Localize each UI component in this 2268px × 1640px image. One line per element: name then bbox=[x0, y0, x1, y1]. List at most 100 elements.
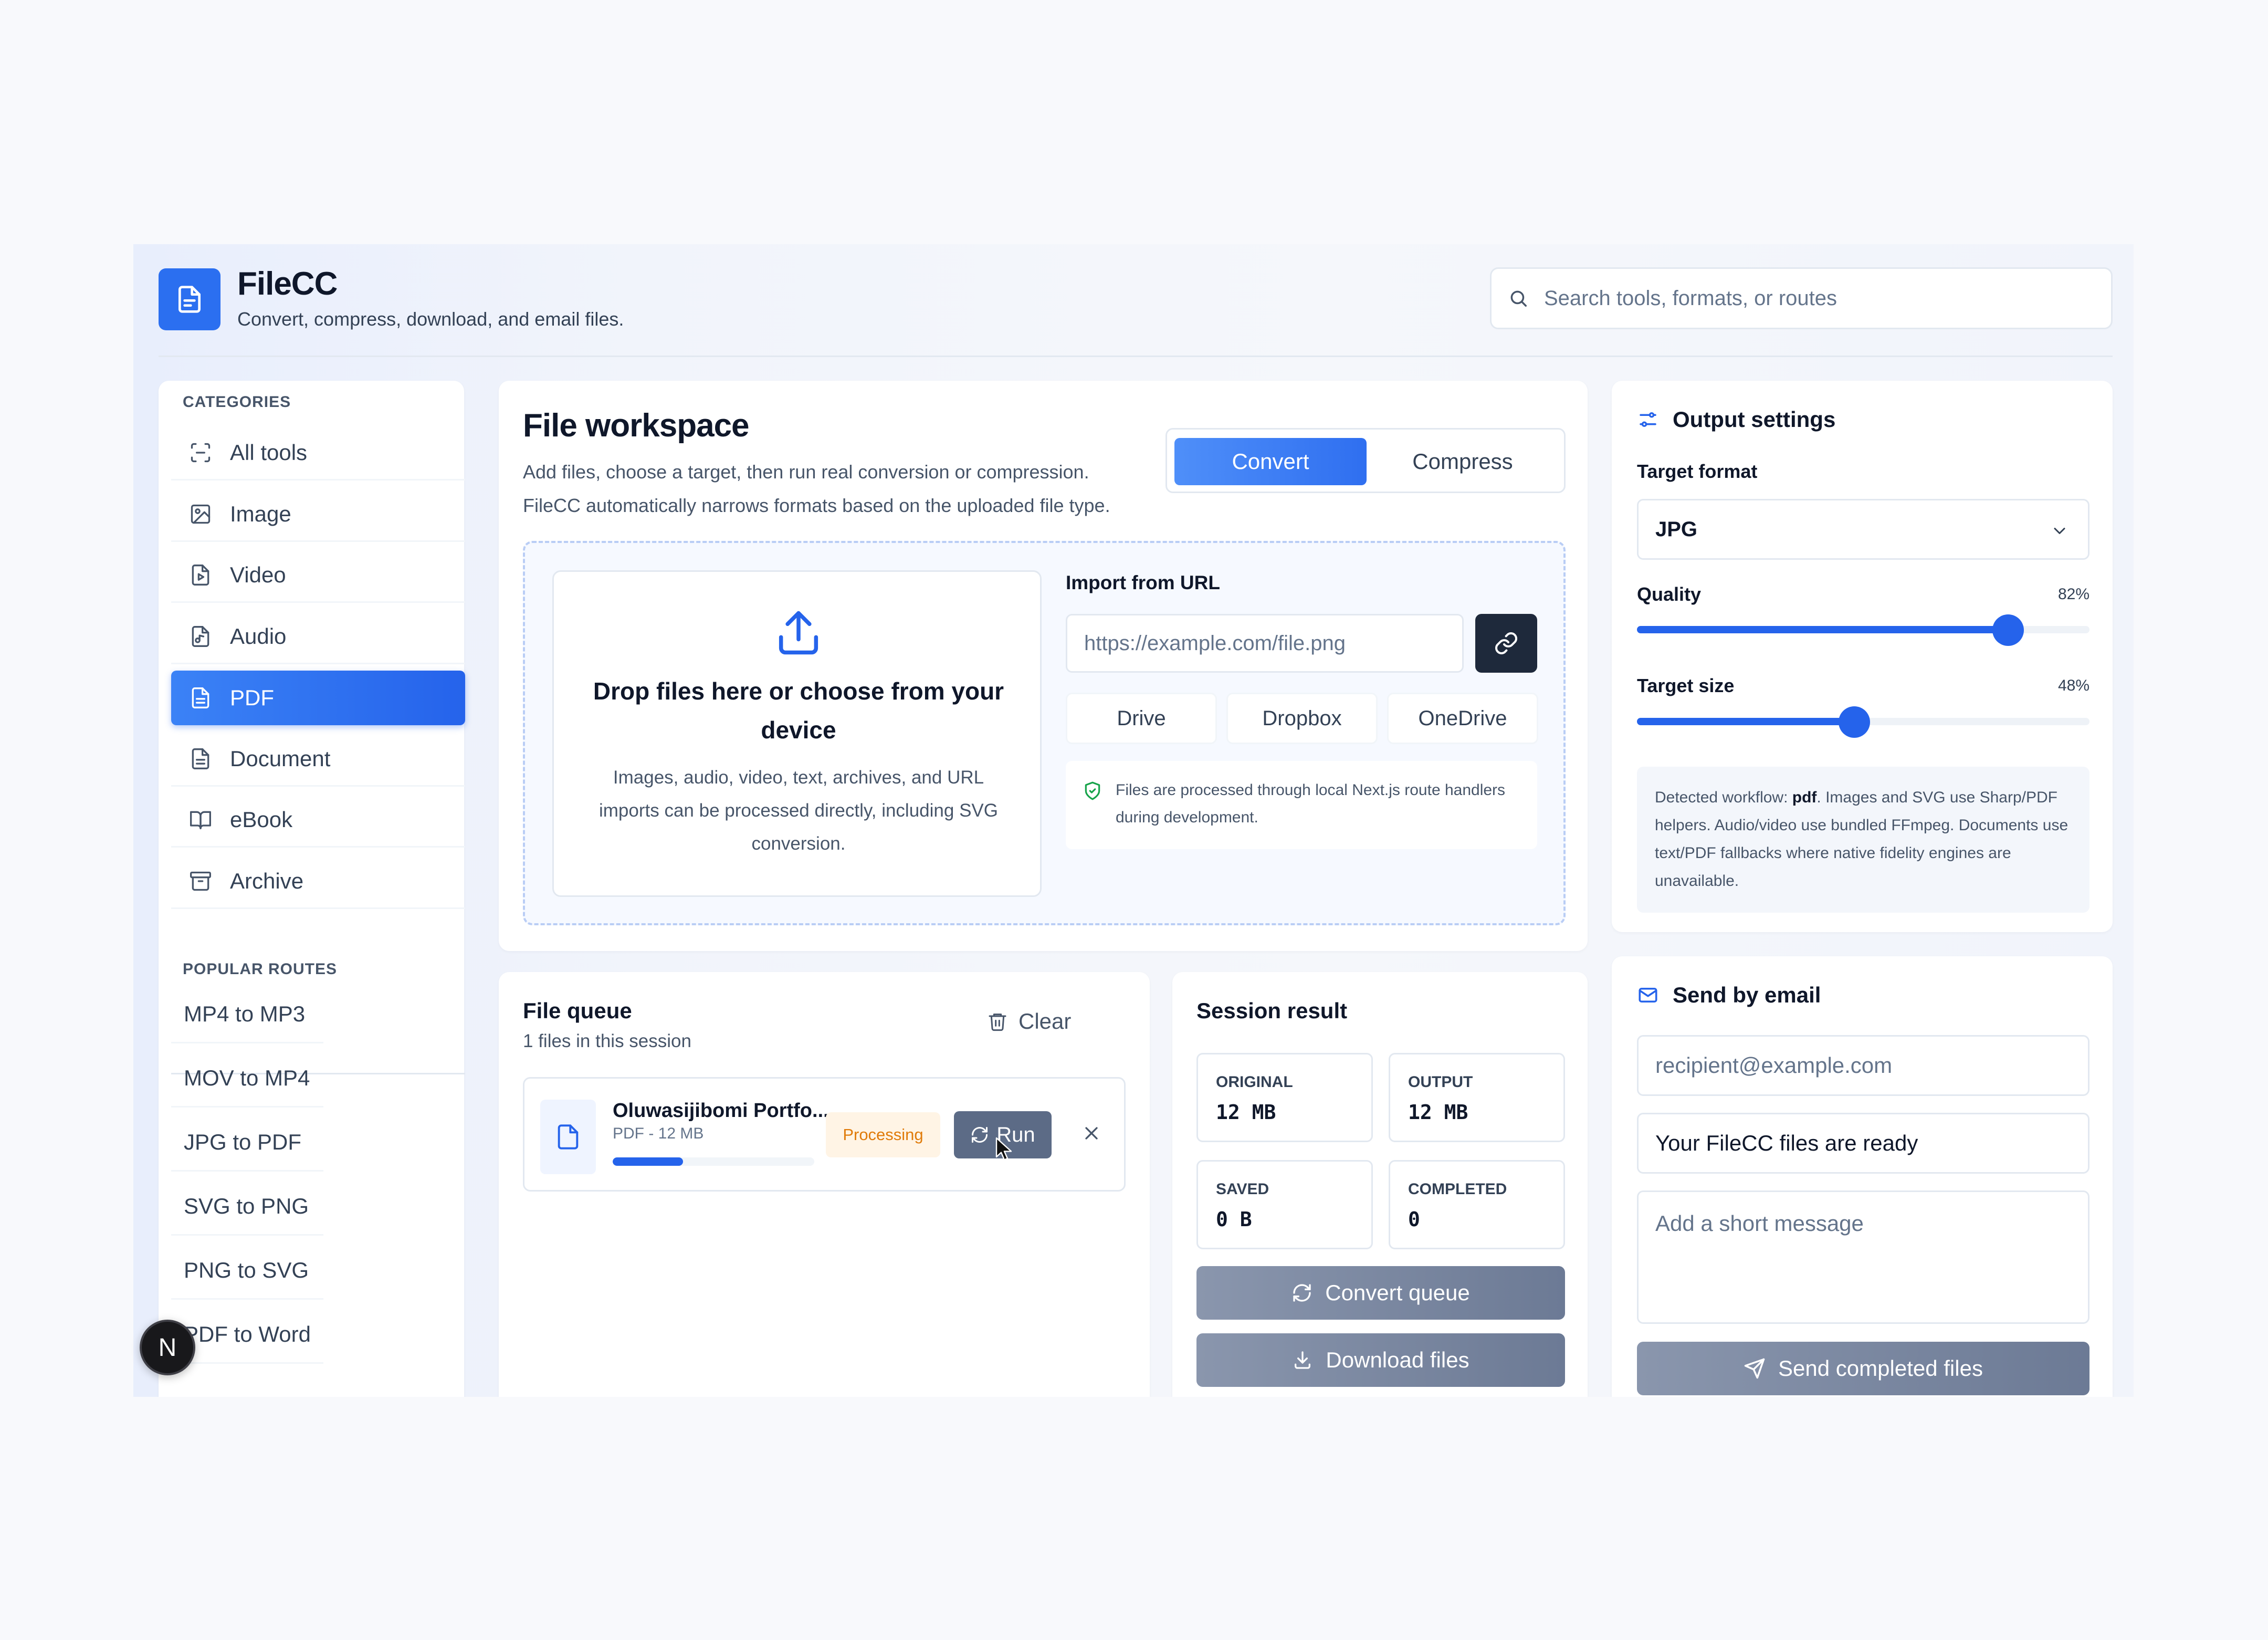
email-subject-value: Your FileCC files are ready bbox=[1655, 1131, 1918, 1155]
workspace-desc-line: FileCC automatically narrows formats bas… bbox=[523, 495, 1110, 516]
dropbox-button[interactable]: Dropbox bbox=[1226, 693, 1378, 744]
app-title: FileCC bbox=[237, 266, 338, 302]
workflow-note: Detected workflow: pdf. Images and SVG u… bbox=[1637, 767, 2090, 913]
sidebar-item-video[interactable]: Video bbox=[171, 548, 465, 603]
tab-convert[interactable]: Convert bbox=[1174, 438, 1367, 485]
sidebar-item-document[interactable]: Document bbox=[171, 732, 465, 787]
session-result-panel: Session result ORIGINAL 12 MB OUTPUT 12 … bbox=[1172, 972, 1588, 1397]
route-link[interactable]: MOV to MP4 bbox=[171, 1050, 323, 1108]
url-import-label: Import from URL bbox=[1066, 572, 1220, 593]
stat-original: ORIGINAL 12 MB bbox=[1196, 1053, 1373, 1142]
mode-toggle: Convert Compress bbox=[1166, 428, 1566, 493]
sidebar-item-pdf[interactable]: PDF bbox=[171, 671, 465, 725]
sidebar: CATEGORIES All tools Image Video Audio P… bbox=[159, 381, 465, 1397]
drive-button[interactable]: Drive bbox=[1066, 693, 1217, 744]
stat-value: 0 bbox=[1408, 1208, 1420, 1231]
file-name: Oluwasijibomi Portfo... bbox=[613, 1100, 829, 1122]
book-icon bbox=[190, 811, 211, 829]
target-size-slider-fill bbox=[1637, 718, 1854, 725]
file-progress-fill bbox=[613, 1157, 684, 1166]
drop-zone[interactable]: Drop files here or choose from your devi… bbox=[523, 541, 1566, 925]
trash-icon bbox=[989, 1014, 1006, 1031]
route-link[interactable]: PNG to SVG bbox=[171, 1242, 323, 1300]
file-progress-bar bbox=[613, 1157, 814, 1166]
clear-button[interactable]: Clear bbox=[987, 1009, 1071, 1034]
download-files-label: Download files bbox=[1326, 1347, 1469, 1372]
search-input[interactable]: Search tools, formats, or routes bbox=[1490, 267, 2113, 329]
app-header: FileCC Convert, compress, download, and … bbox=[133, 244, 2134, 357]
target-size-slider-thumb[interactable] bbox=[1838, 706, 1870, 738]
clear-label: Clear bbox=[1018, 1009, 1072, 1033]
file-video-icon bbox=[192, 564, 209, 586]
sidebar-item-label: Image bbox=[230, 501, 291, 526]
stat-value: 12 MB bbox=[1408, 1101, 1468, 1124]
sidebar-item-audio[interactable]: Audio bbox=[171, 610, 465, 664]
onedrive-button[interactable]: OneDrive bbox=[1387, 693, 1538, 744]
tab-compress[interactable]: Compress bbox=[1367, 438, 1559, 485]
sidebar-item-archive[interactable]: Archive bbox=[171, 854, 465, 909]
target-format-select[interactable]: JPG bbox=[1637, 499, 2090, 560]
email-message-placeholder: Add a short message bbox=[1655, 1211, 1864, 1236]
stat-output: OUTPUT 12 MB bbox=[1389, 1053, 1565, 1142]
email-header: Send by email bbox=[1637, 983, 1821, 1008]
sidebar-item-label: Audio bbox=[230, 623, 287, 649]
send-completed-files-button[interactable]: Send completed files bbox=[1637, 1342, 2090, 1395]
quality-value: 82% bbox=[2057, 586, 2090, 603]
url-placeholder: https://example.com/file.png bbox=[1084, 631, 1346, 655]
file-thumb bbox=[540, 1100, 596, 1174]
file-logo-icon bbox=[178, 286, 201, 313]
target-size-value: 48% bbox=[2057, 677, 2090, 694]
stat-label: SAVED bbox=[1216, 1181, 1269, 1198]
chevron-down-icon bbox=[2054, 528, 2065, 534]
archive-icon bbox=[190, 871, 211, 891]
page-title: File workspace bbox=[523, 408, 750, 444]
file-picker[interactable]: Drop files here or choose from your devi… bbox=[552, 570, 1042, 897]
quality-slider-fill bbox=[1637, 626, 2008, 633]
app-window: FileCC Convert, compress, download, and … bbox=[133, 244, 2134, 1397]
email-subject-field[interactable]: Your FileCC files are ready bbox=[1637, 1113, 2090, 1174]
send-icon bbox=[1744, 1358, 1765, 1379]
sidebar-item-image[interactable]: Image bbox=[171, 487, 465, 542]
drop-description: Images, audio, video, text, archives, an… bbox=[599, 767, 998, 854]
email-message-field[interactable]: Add a short message bbox=[1637, 1190, 2090, 1324]
output-settings-header: Output settings bbox=[1637, 407, 1835, 432]
import-url-button[interactable] bbox=[1475, 614, 1537, 673]
link-icon bbox=[1495, 632, 1517, 654]
queue-item: Oluwasijibomi Portfo... PDF - 12 MB Proc… bbox=[523, 1077, 1126, 1192]
download-files-button[interactable]: Download files bbox=[1196, 1333, 1565, 1387]
quality-label: Quality bbox=[1637, 583, 1702, 605]
route-link[interactable]: MP4 to MP3 bbox=[171, 986, 323, 1043]
workspace-desc-line: Add files, choose a target, then run rea… bbox=[523, 461, 1089, 483]
scan-icon bbox=[191, 443, 211, 462]
stat-label: ORIGINAL bbox=[1216, 1073, 1293, 1091]
app-logo bbox=[159, 268, 220, 330]
sidebar-item-ebook[interactable]: eBook bbox=[171, 793, 465, 848]
route-link[interactable]: JPG to PDF bbox=[171, 1114, 323, 1172]
recipient-placeholder: recipient@example.com bbox=[1655, 1053, 1893, 1078]
status-badge: Processing bbox=[826, 1112, 940, 1157]
drop-title: Drop files here or choose from your devi… bbox=[593, 677, 1004, 744]
recipient-email-field[interactable]: recipient@example.com bbox=[1637, 1035, 2090, 1096]
convert-queue-button[interactable]: Convert queue bbox=[1196, 1266, 1565, 1320]
target-size-slider[interactable] bbox=[1637, 706, 2090, 738]
target-size-label: Target size bbox=[1637, 675, 1735, 696]
categories-heading: CATEGORIES bbox=[183, 393, 291, 411]
file-meta: PDF - 12 MB bbox=[613, 1125, 704, 1142]
stat-value: 12 MB bbox=[1216, 1101, 1276, 1124]
close-icon bbox=[1085, 1127, 1098, 1140]
stat-label: OUTPUT bbox=[1408, 1073, 1473, 1091]
stat-saved: SAVED 0 B bbox=[1196, 1160, 1373, 1249]
quality-slider[interactable] bbox=[1637, 614, 2090, 646]
header-divider bbox=[159, 356, 2113, 357]
popular-routes-heading: POPULAR ROUTES bbox=[183, 960, 338, 978]
output-settings-title: Output settings bbox=[1673, 407, 1836, 432]
send-label: Send completed files bbox=[1778, 1356, 1983, 1381]
route-link[interactable]: SVG to PNG bbox=[171, 1178, 323, 1236]
quality-slider-thumb[interactable] bbox=[1992, 614, 2024, 646]
stat-completed: COMPLETED 0 bbox=[1389, 1160, 1565, 1249]
url-input[interactable]: https://example.com/file.png bbox=[1066, 614, 1464, 673]
stat-value: 0 B bbox=[1216, 1208, 1252, 1231]
sidebar-item-all-tools[interactable]: All tools bbox=[171, 426, 465, 480]
remove-file-button[interactable] bbox=[1081, 1123, 1102, 1146]
dev-tools-badge[interactable]: N bbox=[140, 1320, 195, 1375]
